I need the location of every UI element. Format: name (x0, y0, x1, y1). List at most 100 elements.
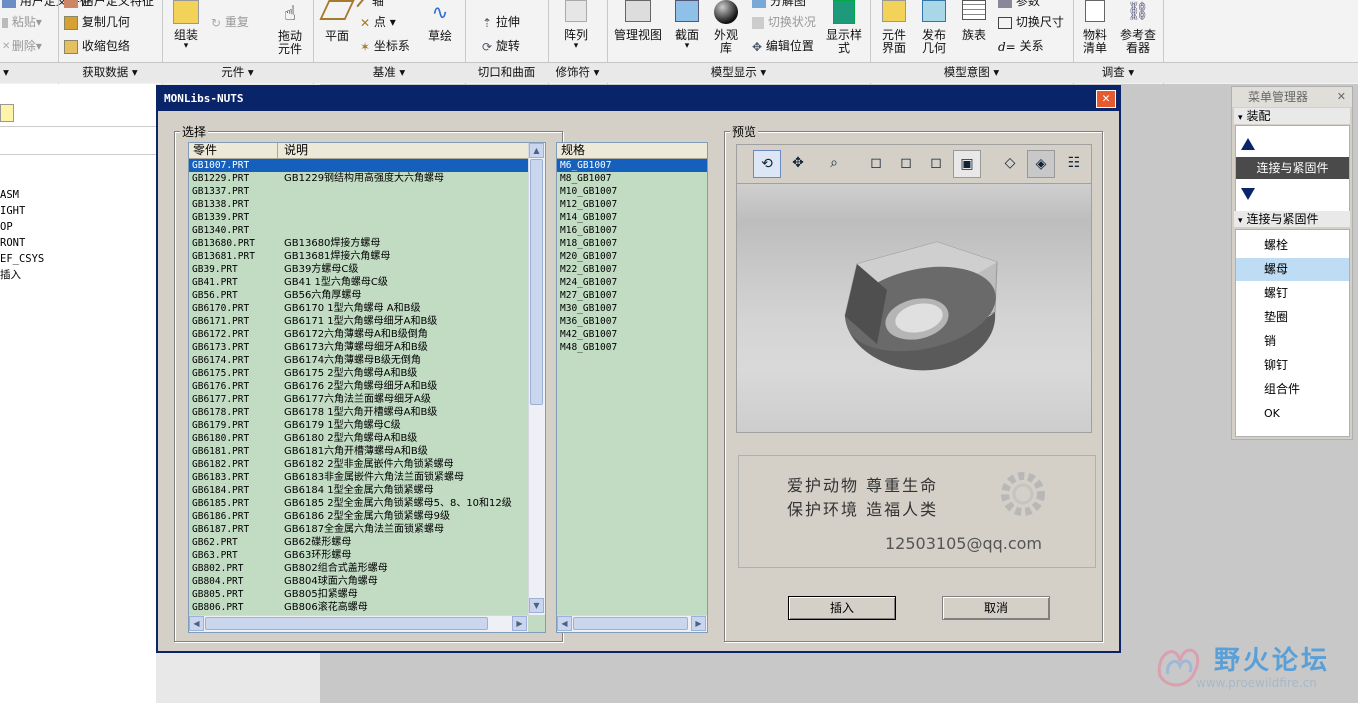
list-item[interactable]: M12_GB1007 (557, 198, 707, 211)
scroll-thumb[interactable] (205, 617, 488, 630)
group-component[interactable]: 元件 ▾ (162, 64, 313, 80)
edit-position-button[interactable]: ✥ 编辑位置 (752, 39, 814, 54)
table-row[interactable]: GB804.PRT GB804球面六角螺母 (189, 575, 528, 588)
axis-button[interactable]: 轴 (356, 0, 384, 8)
menu-section-assembly[interactable]: ▾ 装配 (1234, 108, 1350, 124)
list-item[interactable]: M18_GB1007 (557, 237, 707, 250)
table-row[interactable]: GB6182.PRT GB6182 2型非金属嵌件六角锁紧螺母 (189, 458, 528, 471)
table-row[interactable]: GB806.PRT GB806滚花高螺母 (189, 601, 528, 614)
scroll-up-icon[interactable]: ▲ (529, 143, 544, 158)
color-button[interactable]: 分解图 (752, 0, 806, 8)
point-button[interactable]: ✕ 点 ▾ (360, 15, 396, 30)
up-arrow-icon[interactable] (1241, 138, 1255, 150)
view-iso-icon[interactable]: ▣ (953, 150, 981, 178)
list-item[interactable]: M16_GB1007 (557, 224, 707, 237)
tree-item[interactable]: IGHT (0, 204, 25, 218)
insert-button[interactable]: 插入 (788, 596, 896, 620)
menu-item-assembly-set[interactable]: 组合件 (1236, 378, 1349, 401)
tree-item[interactable]: EF_CSYS (0, 252, 44, 266)
view-top-icon[interactable]: ◻ (893, 150, 919, 176)
table-row[interactable]: GB6175.PRT GB6175 2型六角螺母A和B级 (189, 367, 528, 380)
list-item[interactable]: M8_GB1007 (557, 172, 707, 185)
table-row[interactable]: GB13681.PRT GB13681焊接六角螺母 (189, 250, 528, 263)
display-style-button[interactable]: 显示样式 (822, 0, 866, 55)
list-item[interactable]: M24_GB1007 (557, 276, 707, 289)
component-interface-button[interactable]: 元件界面 (876, 0, 912, 55)
toggle-status-button[interactable]: 切换状况 (752, 15, 816, 29)
table-row[interactable]: GB41.PRT GB41 1型六角螺母C级 (189, 276, 528, 289)
scroll-thumb[interactable] (573, 617, 688, 630)
plane-button[interactable]: 平面 (319, 0, 355, 43)
preview-viewport[interactable] (736, 183, 1092, 433)
close-icon[interactable]: ✕ (1337, 87, 1346, 107)
table-row[interactable]: GB802.PRT GB802组合式盖形螺母 (189, 562, 528, 575)
group-model-display[interactable]: 模型显示 ▾ (607, 64, 870, 80)
menu-item-pin[interactable]: 销 (1236, 330, 1349, 353)
column-header-description[interactable]: 说明 (284, 143, 308, 158)
table-row[interactable]: GB6172.PRT GB6172六角薄螺母A和B级倒角 (189, 328, 528, 341)
assemble-button[interactable]: 组装 ▾ (168, 0, 204, 51)
table-row[interactable]: GB1339.PRT (189, 211, 528, 224)
list-item[interactable]: M27_GB1007 (557, 289, 707, 302)
column-header-part[interactable]: 零件 (193, 143, 217, 158)
publish-geometry-button[interactable]: 发布几何 (916, 0, 952, 55)
group-get-data[interactable]: 获取数据 ▾ (58, 64, 162, 80)
table-row[interactable]: GB6180.PRT GB6180 2型六角螺母A和B级 (189, 432, 528, 445)
pattern-button[interactable]: 阵列 ▾ (556, 0, 596, 51)
list-item[interactable]: M10_GB1007 (557, 185, 707, 198)
menu-item-washer[interactable]: 垫圈 (1236, 306, 1349, 329)
table-row[interactable]: GB6187.PRT GB6187全金属六角法兰面锁紧螺母 (189, 523, 528, 536)
scroll-right-icon[interactable]: ▶ (512, 616, 527, 631)
list-item[interactable]: M14_GB1007 (557, 211, 707, 224)
scroll-left-icon[interactable]: ◀ (557, 616, 572, 631)
list-item[interactable]: M30_GB1007 (557, 302, 707, 315)
view-right-icon[interactable]: ◻ (923, 150, 949, 176)
group-model-intent[interactable]: 模型意图 ▾ (870, 64, 1073, 80)
menu-item-rivet[interactable]: 铆钉 (1236, 354, 1349, 377)
list-item[interactable]: M22_GB1007 (557, 263, 707, 276)
tree-item[interactable]: 插入 (0, 268, 21, 282)
table-row[interactable]: GB6170.PRT GB6170 1型六角螺母 A和B级 (189, 302, 528, 315)
table-row[interactable]: GB6183.PRT GB6183非金属嵌件六角法兰面锁紧螺母 (189, 471, 528, 484)
bom-button[interactable]: 物料清单 (1077, 0, 1113, 55)
view-front-icon[interactable]: ◻ (863, 150, 889, 176)
scroll-right-icon[interactable]: ▶ (691, 616, 706, 631)
shrinkwrap-button[interactable]: 收缩包络 (64, 39, 130, 54)
specs-horizontal-scrollbar[interactable]: ◀ ▶ (557, 615, 707, 632)
film-icon[interactable]: ☷ (1065, 150, 1083, 176)
paste-button[interactable]: 粘贴▾ (2, 15, 42, 29)
tree-tab-icon[interactable] (0, 104, 14, 122)
table-row[interactable]: GB1007.PRT (189, 159, 528, 172)
sketch-button[interactable]: ∿ 草绘 (422, 0, 458, 43)
spin-icon[interactable]: ⟲ (753, 150, 781, 178)
table-row[interactable]: GB63.PRT GB63环形螺母 (189, 549, 528, 562)
table-row[interactable]: GB6176.PRT GB6176 2型六角螺母细牙A和B级 (189, 380, 528, 393)
table-row[interactable]: GB805.PRT GB805扣紧螺母 (189, 588, 528, 601)
table-row[interactable]: GB1340.PRT (189, 224, 528, 237)
family-table-button[interactable]: 族表 (956, 0, 992, 42)
menu-item-fasteners[interactable]: 连接与紧固件 (1236, 157, 1349, 179)
wireframe-icon[interactable]: ◇ (997, 150, 1023, 176)
menu-item-nut[interactable]: 螺母 (1236, 258, 1349, 281)
table-row[interactable]: GB6179.PRT GB6179 1型六角螺母C级 (189, 419, 528, 432)
table-row[interactable]: GB13680.PRT GB13680焊接方螺母 (189, 237, 528, 250)
appearance-gallery-button[interactable]: 外观库 (708, 0, 744, 55)
revolve-button[interactable]: ⟳ 旋转 (482, 39, 520, 54)
menu-section-fasteners[interactable]: ▾ 连接与紧固件 (1234, 211, 1350, 227)
table-row[interactable]: GB6178.PRT GB6178 1型六角开槽螺母A和B级 (189, 406, 528, 419)
list-item[interactable]: M6_GB1007 (557, 159, 707, 172)
table-row[interactable]: GB6177.PRT GB6177六角法兰面螺母细牙A级 (189, 393, 528, 406)
menu-item-bolt[interactable]: 螺栓 (1236, 234, 1349, 257)
table-row[interactable]: GB6173.PRT GB6173六角薄螺母细牙A和B级 (189, 341, 528, 354)
specs-list[interactable]: 规格 M6_GB1007 M8_GB1007 M10_GB1007 M12_GB100… (556, 142, 708, 633)
scroll-down-icon[interactable]: ▼ (529, 598, 544, 613)
scroll-thumb[interactable] (530, 159, 543, 405)
delete-button[interactable]: ✕ 删除▾ (2, 39, 42, 53)
table-row[interactable]: GB39.PRT GB39方螺母C级 (189, 263, 528, 276)
zoom-icon[interactable]: ⌕ (821, 150, 847, 176)
column-header-spec[interactable]: 规格 (561, 143, 585, 158)
list-item[interactable]: M48_GB1007 (557, 341, 707, 354)
group-modifiers[interactable]: 修饰符 ▾ (548, 64, 607, 80)
group-dropdown[interactable]: ▾ (0, 64, 12, 80)
drag-component-button[interactable]: ☝ 拖动元件 (272, 0, 308, 56)
